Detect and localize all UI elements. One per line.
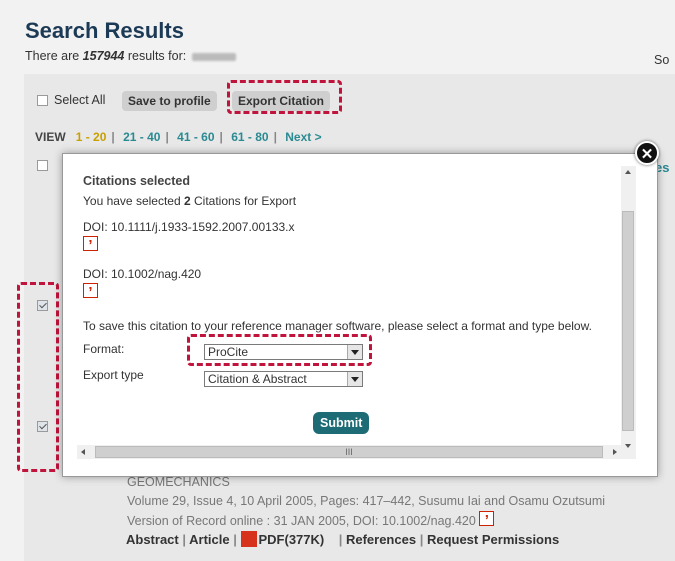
scroll-up-icon[interactable] — [625, 170, 631, 174]
abstract-link[interactable]: Abstract — [126, 532, 179, 547]
export-citation-highlight — [227, 80, 342, 114]
page-link-61-80[interactable]: 61 - 80 — [231, 130, 268, 144]
result-checkbox-top[interactable] — [37, 160, 48, 171]
sort-label[interactable]: So — [654, 53, 669, 67]
view-label: VIEW — [35, 130, 66, 144]
doi-1: DOI: 10.1111/j.1933-1592.2007.00133.x — [83, 220, 295, 234]
scroll-left-icon[interactable] — [81, 449, 85, 455]
export-type-select[interactable]: Citation & Abstract — [204, 371, 363, 387]
citations-selected-heading: Citations selected — [83, 174, 190, 188]
format-instruction: To save this citation to your reference … — [83, 319, 592, 333]
redacted-search-term — [191, 52, 236, 61]
citation-quote-icon[interactable]: ’ — [479, 511, 495, 529]
page-title: Search Results — [25, 18, 184, 43]
select-all-checkbox[interactable] — [37, 95, 48, 106]
result-meta: Volume 29, Issue 4, 10 April 2005, Pages… — [127, 494, 606, 508]
result-links: Abstract | Article | PDF(377K) | Referen… — [126, 531, 560, 547]
chevron-down-icon — [347, 372, 362, 386]
scroll-right-icon[interactable] — [613, 449, 617, 455]
result-count: There are 157944 results for: — [25, 49, 236, 63]
doi-2: DOI: 10.1002/nag.420 — [83, 267, 202, 281]
selected-count-text: You have selected 2 Citations for Export — [83, 194, 297, 208]
submit-button[interactable]: Submit — [313, 412, 370, 434]
select-all-label[interactable]: Select All — [54, 93, 105, 107]
save-to-profile-button[interactable]: Save to profile — [122, 91, 217, 111]
pagination-bar: VIEW 1 - 20 | 21 - 40 | 41 - 60 | 61 - 80 | … — [35, 130, 322, 144]
request-permissions-link[interactable]: Request Permissions — [427, 532, 559, 547]
dialog-horizontal-scrollbar[interactable]: III — [77, 445, 621, 459]
horizontal-scroll-thumb[interactable]: III — [95, 446, 603, 458]
format-label: Format: — [83, 342, 125, 356]
format-select-highlight — [187, 334, 372, 366]
vertical-scroll-thumb[interactable] — [622, 211, 634, 431]
pdf-link[interactable]: PDF(377K) — [259, 532, 325, 547]
dialog-vertical-scrollbar[interactable] — [621, 166, 636, 459]
result-journal: GEOMECHANICS — [127, 475, 230, 489]
next-page-link[interactable]: Next > — [285, 130, 321, 144]
export-type-label: Export type — [83, 368, 144, 382]
export-citation-dialog: Citations selected You have selected 2 C… — [62, 153, 658, 477]
selected-checkboxes-highlight — [17, 282, 59, 472]
page-link-21-40[interactable]: 21 - 40 — [123, 130, 160, 144]
dialog-content: Citations selected You have selected 2 C… — [77, 168, 621, 457]
close-icon[interactable]: ✕ — [635, 141, 659, 165]
result-count-number: 157944 — [82, 49, 125, 63]
pdf-icon — [240, 531, 257, 547]
scroll-down-icon[interactable] — [625, 444, 631, 448]
page-link-41-60[interactable]: 41 - 60 — [177, 130, 214, 144]
result-version: Version of Record online : 31 JAN 2005, … — [127, 511, 495, 529]
article-link[interactable]: Article — [189, 532, 229, 547]
references-link[interactable]: References — [346, 532, 416, 547]
citation-quote-icon[interactable]: ’ — [83, 236, 98, 254]
citation-quote-icon[interactable]: ’ — [83, 283, 98, 301]
page-current: 1 - 20 — [75, 130, 107, 144]
